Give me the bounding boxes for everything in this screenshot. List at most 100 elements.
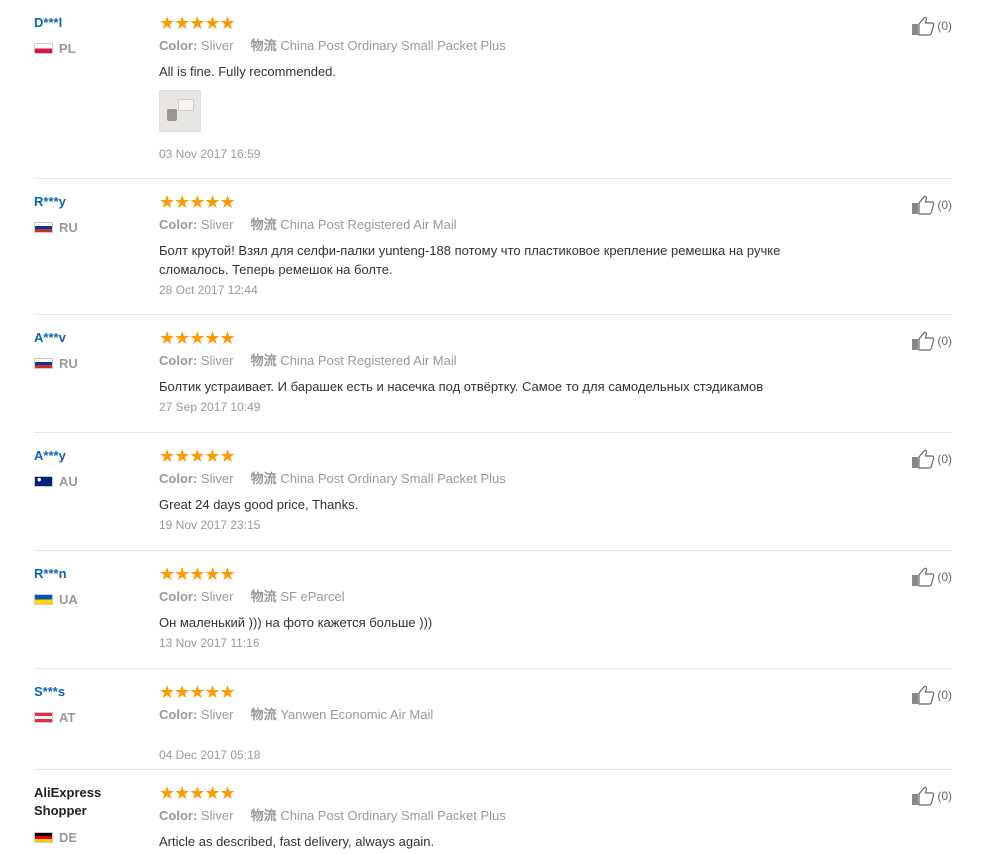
- review-attributes: Color: Sliver 物流 China Post Ordinary Sma…: [159, 807, 952, 824]
- thumbs-up-icon: [912, 685, 935, 705]
- color-value: Sliver: [200, 353, 234, 368]
- logistics-value: China Post Ordinary Small Packet Plus: [280, 471, 506, 486]
- thumbs-up-icon: [912, 786, 935, 806]
- country-flag-icon: [34, 594, 53, 605]
- star-rating: ★★★★★: [159, 446, 236, 466]
- reviewer-info: AliExpress Shopper DE: [34, 784, 144, 845]
- color-label: Color:: [159, 38, 198, 53]
- helpful-count: (0): [937, 570, 952, 584]
- country-flag-icon: [34, 222, 53, 233]
- star-rating: ★★★★★: [159, 192, 236, 212]
- reviewer-name[interactable]: A***y: [34, 447, 144, 464]
- thumbs-up-icon: [912, 449, 935, 469]
- country-code: AU: [59, 474, 78, 489]
- logistics-value: China Post Registered Air Mail: [280, 217, 457, 232]
- reviewer-info: S***s AT: [34, 683, 144, 725]
- logistics-label: 物流: [250, 353, 277, 368]
- logistics-label: 物流: [250, 808, 277, 823]
- helpful-count: (0): [937, 19, 952, 33]
- review-date: 27 Sep 2017 10:49: [159, 400, 261, 414]
- logistics-label: 物流: [250, 217, 277, 232]
- review-body: ★★★★★ Color: Sliver 物流 SF eParcel Он мал…: [159, 565, 952, 651]
- review-attributes: Color: Sliver 物流 China Post Registered A…: [159, 216, 952, 233]
- reviewer-country: DE: [34, 830, 144, 845]
- helpful-button[interactable]: (0): [911, 567, 952, 587]
- logistics-value: China Post Ordinary Small Packet Plus: [280, 808, 506, 823]
- star-rating: ★★★★★: [159, 682, 236, 702]
- review-item: A***y AU ★★★★★ Color: Sliver 物流 China Po…: [34, 433, 952, 551]
- reviewer-country: AU: [34, 474, 144, 489]
- reviewer-country: RU: [34, 220, 144, 235]
- country-flag-icon: [34, 712, 53, 723]
- review-body: ★★★★★ Color: Sliver 物流 China Post Regist…: [159, 329, 952, 415]
- review-body: ★★★★★ Color: Sliver 物流 China Post Regist…: [159, 193, 952, 298]
- review-date: 19 Nov 2017 23:15: [159, 518, 261, 532]
- reviewer-name[interactable]: D***l: [34, 14, 144, 31]
- star-rating: ★★★★★: [159, 13, 236, 33]
- review-item: R***n UA ★★★★★ Color: Sliver 物流 SF eParc…: [34, 551, 952, 669]
- logistics-value: China Post Registered Air Mail: [280, 353, 457, 368]
- review-attributes: Color: Sliver 物流 China Post Ordinary Sma…: [159, 470, 952, 487]
- country-code: UA: [59, 592, 78, 607]
- country-code: PL: [59, 41, 76, 56]
- country-code: RU: [59, 356, 78, 371]
- review-body: ★★★★★ Color: Sliver 物流 China Post Ordina…: [159, 784, 952, 854]
- review-item: S***s AT ★★★★★ Color: Sliver 物流 Yanwen E…: [34, 669, 952, 770]
- star-rating: ★★★★★: [159, 564, 236, 584]
- review-attributes: Color: Sliver 物流 Yanwen Economic Air Mai…: [159, 706, 952, 723]
- helpful-count: (0): [937, 688, 952, 702]
- color-value: Sliver: [200, 38, 234, 53]
- review-item: D***l PL ★★★★★ Color: Sliver 物流 China Po…: [34, 0, 952, 179]
- logistics-value: China Post Ordinary Small Packet Plus: [280, 38, 506, 53]
- logistics-label: 物流: [250, 471, 277, 486]
- review-photo-thumbnail[interactable]: [159, 90, 201, 132]
- review-item: A***v RU ★★★★★ Color: Sliver 物流 China Po…: [34, 315, 952, 433]
- logistics-value: Yanwen Economic Air Mail: [280, 707, 434, 722]
- color-value: Sliver: [200, 471, 234, 486]
- logistics-label: 物流: [250, 38, 277, 53]
- review-date: 04 Dec 2017 05:18: [159, 748, 261, 762]
- color-label: Color:: [159, 353, 198, 368]
- review-item: R***y RU ★★★★★ Color: Sliver 物流 China Po…: [34, 179, 952, 315]
- reviewer-info: D***l PL: [34, 14, 144, 56]
- review-body: ★★★★★ Color: Sliver 物流 China Post Ordina…: [159, 447, 952, 533]
- helpful-button[interactable]: (0): [911, 195, 952, 215]
- review-attributes: Color: Sliver 物流 China Post Registered A…: [159, 352, 952, 369]
- helpful-count: (0): [937, 198, 952, 212]
- helpful-button[interactable]: (0): [911, 16, 952, 36]
- reviewer-country: AT: [34, 710, 144, 725]
- reviewer-info: A***v RU: [34, 329, 144, 371]
- review-text: All is fine. Fully recommended.: [159, 64, 337, 79]
- country-code: RU: [59, 220, 78, 235]
- review-item: AliExpress Shopper DE ★★★★★ Color: Slive…: [34, 770, 952, 852]
- star-rating: ★★★★★: [159, 783, 236, 803]
- helpful-button[interactable]: (0): [911, 685, 952, 705]
- review-text: Болтик устраивает. И барашек есть и насе…: [159, 379, 764, 394]
- thumbs-up-icon: [912, 567, 935, 587]
- review-text: [159, 731, 952, 741]
- logistics-label: 物流: [250, 589, 277, 604]
- helpful-count: (0): [937, 334, 952, 348]
- thumbs-up-icon: [912, 331, 935, 351]
- helpful-button[interactable]: (0): [911, 449, 952, 469]
- country-flag-icon: [34, 832, 53, 843]
- helpful-button[interactable]: (0): [911, 331, 952, 351]
- reviewer-country: UA: [34, 592, 144, 607]
- review-date: 13 Nov 2017 11:16: [159, 636, 260, 650]
- reviewer-name[interactable]: S***s: [34, 683, 144, 700]
- helpful-button[interactable]: (0): [911, 786, 952, 806]
- reviewer-info: R***n UA: [34, 565, 144, 607]
- reviewer-name[interactable]: A***v: [34, 329, 144, 346]
- reviewer-name[interactable]: R***y: [34, 193, 144, 210]
- country-flag-icon: [34, 358, 53, 369]
- review-body: ★★★★★ Color: Sliver 物流 China Post Ordina…: [159, 14, 952, 162]
- review-date: 03 Nov 2017 16:59: [159, 147, 261, 161]
- color-value: Sliver: [200, 589, 234, 604]
- review-text: Article as described, fast delivery, alw…: [159, 834, 435, 849]
- country-code: AT: [59, 710, 76, 725]
- color-value: Sliver: [200, 808, 234, 823]
- color-label: Color:: [159, 808, 198, 823]
- helpful-count: (0): [937, 452, 952, 466]
- reviewer-name[interactable]: R***n: [34, 565, 144, 582]
- country-code: DE: [59, 830, 78, 845]
